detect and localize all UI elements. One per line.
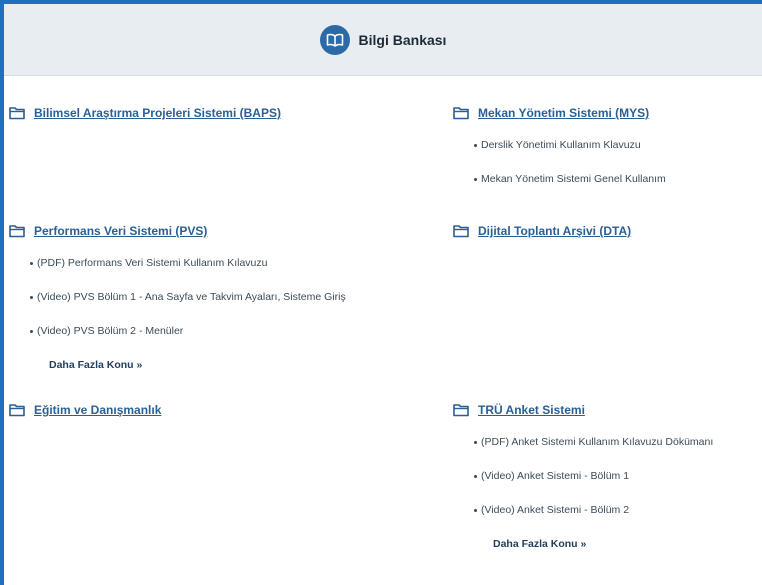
page-header: Bilgi Bankası <box>4 4 762 76</box>
topic-list: (PDF) Performans Veri Sistemi Kullanım K… <box>9 246 346 348</box>
section-title-link[interactable]: TRÜ Anket Sistemi <box>453 403 762 417</box>
section-mys: Mekan Yönetim Sistemi (MYS) Derslik Yöne… <box>453 106 666 196</box>
folder-icon <box>9 107 25 120</box>
folder-icon <box>453 225 469 238</box>
more-topics-link[interactable]: Daha Fazla Konu » <box>9 348 346 382</box>
list-item[interactable]: Mekan Yönetim Sistemi Genel Kullanım <box>453 162 666 196</box>
topic-list: (PDF) Anket Sistemi Kullanım Kılavuzu Dö… <box>453 425 762 527</box>
section-dta: Dijital Toplantı Arşivi (DTA) <box>453 224 631 238</box>
section-title-label: Dijital Toplantı Arşivi (DTA) <box>478 224 632 238</box>
folder-icon <box>9 404 25 417</box>
section-title-label: Mekan Yönetim Sistemi (MYS) <box>478 106 650 120</box>
list-item[interactable]: (Video) Anket Sistemi - Bölüm 1 <box>453 459 762 493</box>
more-topics-link[interactable]: Daha Fazla Konu » <box>453 527 762 561</box>
topic-list: Derslik Yönetimi Kullanım Klavuzu Mekan … <box>453 128 666 196</box>
list-item[interactable]: (PDF) Performans Veri Sistemi Kullanım K… <box>9 246 346 280</box>
open-book-icon <box>319 24 350 55</box>
section-title-label: TRÜ Anket Sistemi <box>478 403 585 417</box>
section-title-label: Bilimsel Araştırma Projeleri Sistemi (BA… <box>34 106 281 120</box>
list-item[interactable]: (Video) Anket Sistemi - Bölüm 2 <box>453 493 762 527</box>
section-anket: TRÜ Anket Sistemi (PDF) Anket Sistemi Ku… <box>453 403 762 561</box>
list-item[interactable]: (PDF) Anket Sistemi Kullanım Kılavuzu Dö… <box>453 425 762 459</box>
list-item[interactable]: (Video) PVS Bölüm 1 - Ana Sayfa ve Takvi… <box>9 280 346 314</box>
section-egitim: Eğitim ve Danışmanlık <box>9 403 161 417</box>
section-title-link[interactable]: Bilimsel Araştırma Projeleri Sistemi (BA… <box>9 106 281 120</box>
section-title-link[interactable]: Dijital Toplantı Arşivi (DTA) <box>453 224 631 238</box>
section-title-link[interactable]: Performans Veri Sistemi (PVS) <box>9 224 346 238</box>
folder-icon <box>453 404 469 417</box>
section-title-label: Eğitim ve Danışmanlık <box>34 403 162 417</box>
section-baps: Bilimsel Araştırma Projeleri Sistemi (BA… <box>9 106 281 120</box>
page-title: Bilgi Bankası <box>358 31 447 48</box>
section-pvs: Performans Veri Sistemi (PVS) (PDF) Perf… <box>9 224 346 382</box>
list-item[interactable]: Derslik Yönetimi Kullanım Klavuzu <box>453 128 666 162</box>
list-item[interactable]: (Video) PVS Bölüm 2 - Menüler <box>9 314 346 348</box>
folder-icon <box>453 107 469 120</box>
section-title-link[interactable]: Eğitim ve Danışmanlık <box>9 403 161 417</box>
folder-icon <box>9 225 25 238</box>
section-title-label: Performans Veri Sistemi (PVS) <box>34 224 208 238</box>
section-title-link[interactable]: Mekan Yönetim Sistemi (MYS) <box>453 106 666 120</box>
